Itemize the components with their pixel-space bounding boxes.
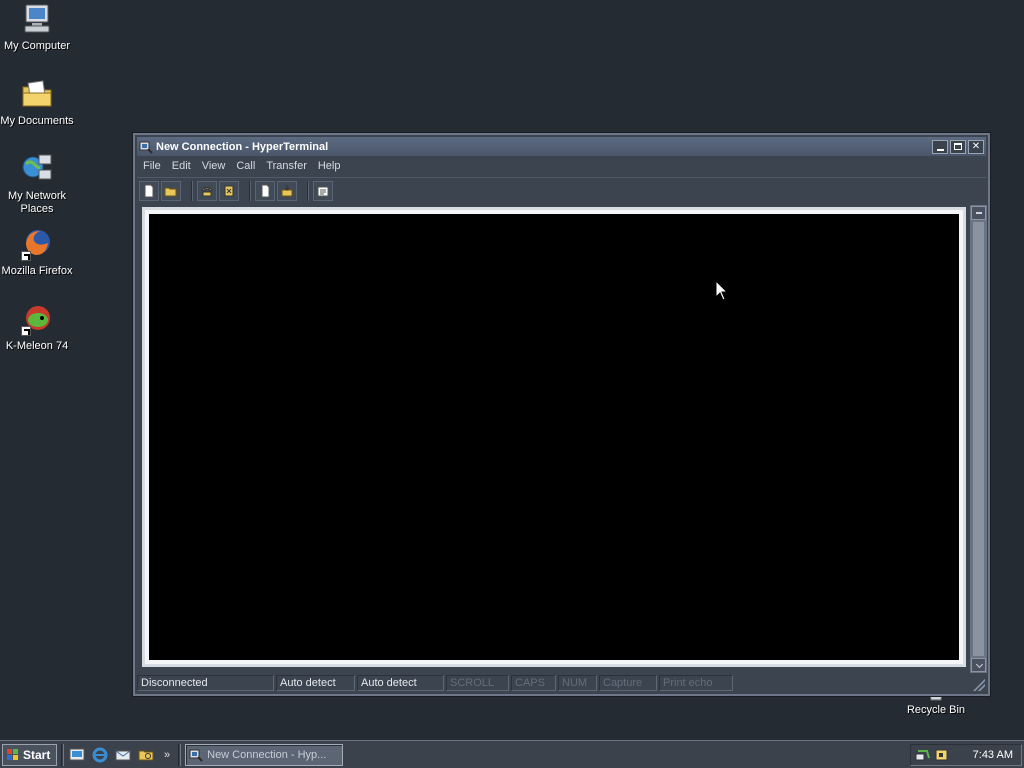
start-label: Start: [23, 747, 51, 762]
explorer-icon[interactable]: [137, 746, 155, 764]
terminal-border: [145, 210, 963, 664]
terminal-frame: [142, 207, 966, 667]
open-button[interactable]: [161, 180, 181, 201]
desktop-icon-label: Mozilla Firefox: [1, 265, 73, 277]
minimize-button[interactable]: [932, 139, 948, 154]
menu-edit[interactable]: Edit: [172, 160, 191, 172]
menu-help[interactable]: Help: [318, 160, 341, 172]
send-button[interactable]: [255, 180, 275, 201]
status-scroll: SCROLL: [446, 675, 509, 691]
toolbar-separator: [249, 180, 251, 201]
menu-file[interactable]: File: [143, 160, 161, 172]
shortcut-arrow-icon: [21, 251, 31, 261]
desktop-icon-label: My Computer: [3, 40, 71, 52]
disconnect-icon: [224, 185, 234, 196]
status-caps: CAPS: [511, 675, 556, 691]
desktop-icon-my-documents[interactable]: My Documents: [0, 77, 74, 128]
system-tray: 7:43 AM: [910, 743, 1022, 766]
desktop-icon-my-computer[interactable]: My Computer: [0, 2, 74, 53]
shortcut-arrow-icon: [21, 326, 31, 336]
hyperterminal-icon: [139, 141, 153, 154]
status-bar: Disconnected Auto detect Auto detect SCR…: [137, 674, 986, 692]
documents-folder-icon: [20, 77, 54, 111]
windows-flag-icon: [7, 748, 18, 760]
status-auto-detect-2: Auto detect: [357, 675, 444, 691]
k-meleon-icon: [20, 302, 54, 336]
status-auto-detect-1: Auto detect: [276, 675, 355, 691]
properties-icon: [317, 186, 329, 196]
call-button[interactable]: [197, 180, 217, 201]
maximize-icon: [954, 143, 962, 150]
vertical-scrollbar[interactable]: [970, 205, 987, 673]
scroll-up-button[interactable]: [971, 206, 986, 220]
close-icon: ✕: [971, 140, 981, 152]
show-desktop-icon[interactable]: [68, 746, 86, 764]
taskbar: Start » New Connection - Hyp... 7:43 AM: [0, 740, 1024, 768]
toolbar-separator: [307, 180, 309, 201]
desktop-icon-my-network-places[interactable]: My Network Places: [0, 152, 74, 216]
internet-explorer-icon[interactable]: [91, 746, 109, 764]
scroll-track[interactable]: [973, 222, 984, 656]
taskbar-button-label: New Connection - Hyp...: [207, 748, 327, 761]
desktop-icon-label: My Documents: [0, 115, 74, 127]
status-connection: Disconnected: [137, 675, 274, 691]
window-title: New Connection - HyperTerminal: [156, 140, 329, 153]
taskbar-button-hyperterminal[interactable]: New Connection - Hyp...: [185, 743, 344, 766]
mouse-cursor-icon: [715, 280, 729, 301]
maximize-button[interactable]: [950, 139, 966, 154]
menu-bar: File Edit View Call Transfer Help: [137, 157, 986, 175]
call-phone-icon: [201, 186, 213, 196]
terminal-screen[interactable]: [149, 214, 959, 660]
receive-file-icon: [281, 184, 293, 196]
desktop-icon-label: K-Meleon 74: [5, 340, 69, 352]
network-places-icon: [20, 152, 54, 186]
minimize-icon: [936, 148, 944, 151]
resize-grip[interactable]: [973, 679, 985, 691]
new-connection-button[interactable]: [139, 180, 159, 201]
hyperterminal-window: New Connection - HyperTerminal ✕ File Ed…: [133, 133, 990, 696]
new-file-icon: [144, 184, 154, 197]
desktop-icon-label: Recycle Bin: [906, 704, 966, 716]
open-folder-icon: [164, 187, 177, 196]
menu-view[interactable]: View: [202, 160, 226, 172]
firefox-icon: [20, 227, 54, 261]
menu-transfer[interactable]: Transfer: [266, 160, 307, 172]
toolbar: [137, 177, 986, 203]
status-capture: Capture: [599, 675, 657, 691]
clock[interactable]: 7:43 AM: [973, 749, 1013, 761]
receive-button[interactable]: [277, 180, 297, 201]
menu-call[interactable]: Call: [236, 160, 255, 172]
disconnect-button[interactable]: [219, 180, 239, 201]
outlook-express-icon[interactable]: [114, 746, 132, 764]
status-print-echo: Print echo: [659, 675, 733, 691]
desktop-icon-mozilla-firefox[interactable]: Mozilla Firefox: [0, 227, 74, 278]
desktop-icon-k-meleon[interactable]: K-Meleon 74: [0, 302, 74, 353]
status-num: NUM: [558, 675, 597, 691]
network-tray-icon[interactable]: [915, 748, 931, 762]
taskbar-divider: [178, 743, 182, 766]
computer-icon: [20, 2, 54, 36]
hyperterminal-icon: [189, 749, 203, 762]
close-button[interactable]: ✕: [968, 139, 984, 154]
scroll-down-button[interactable]: [971, 658, 986, 672]
properties-button[interactable]: [313, 180, 333, 201]
start-button[interactable]: Start: [2, 743, 57, 766]
toolbar-separator: [191, 180, 193, 201]
taskbar-divider: [61, 743, 64, 766]
volume-tray-icon[interactable]: [934, 748, 950, 762]
quick-launch-more-button[interactable]: »: [164, 749, 170, 761]
desktop-icon-label: My Network Places: [7, 190, 67, 215]
send-file-icon: [261, 184, 270, 197]
title-bar[interactable]: New Connection - HyperTerminal ✕: [137, 137, 986, 156]
